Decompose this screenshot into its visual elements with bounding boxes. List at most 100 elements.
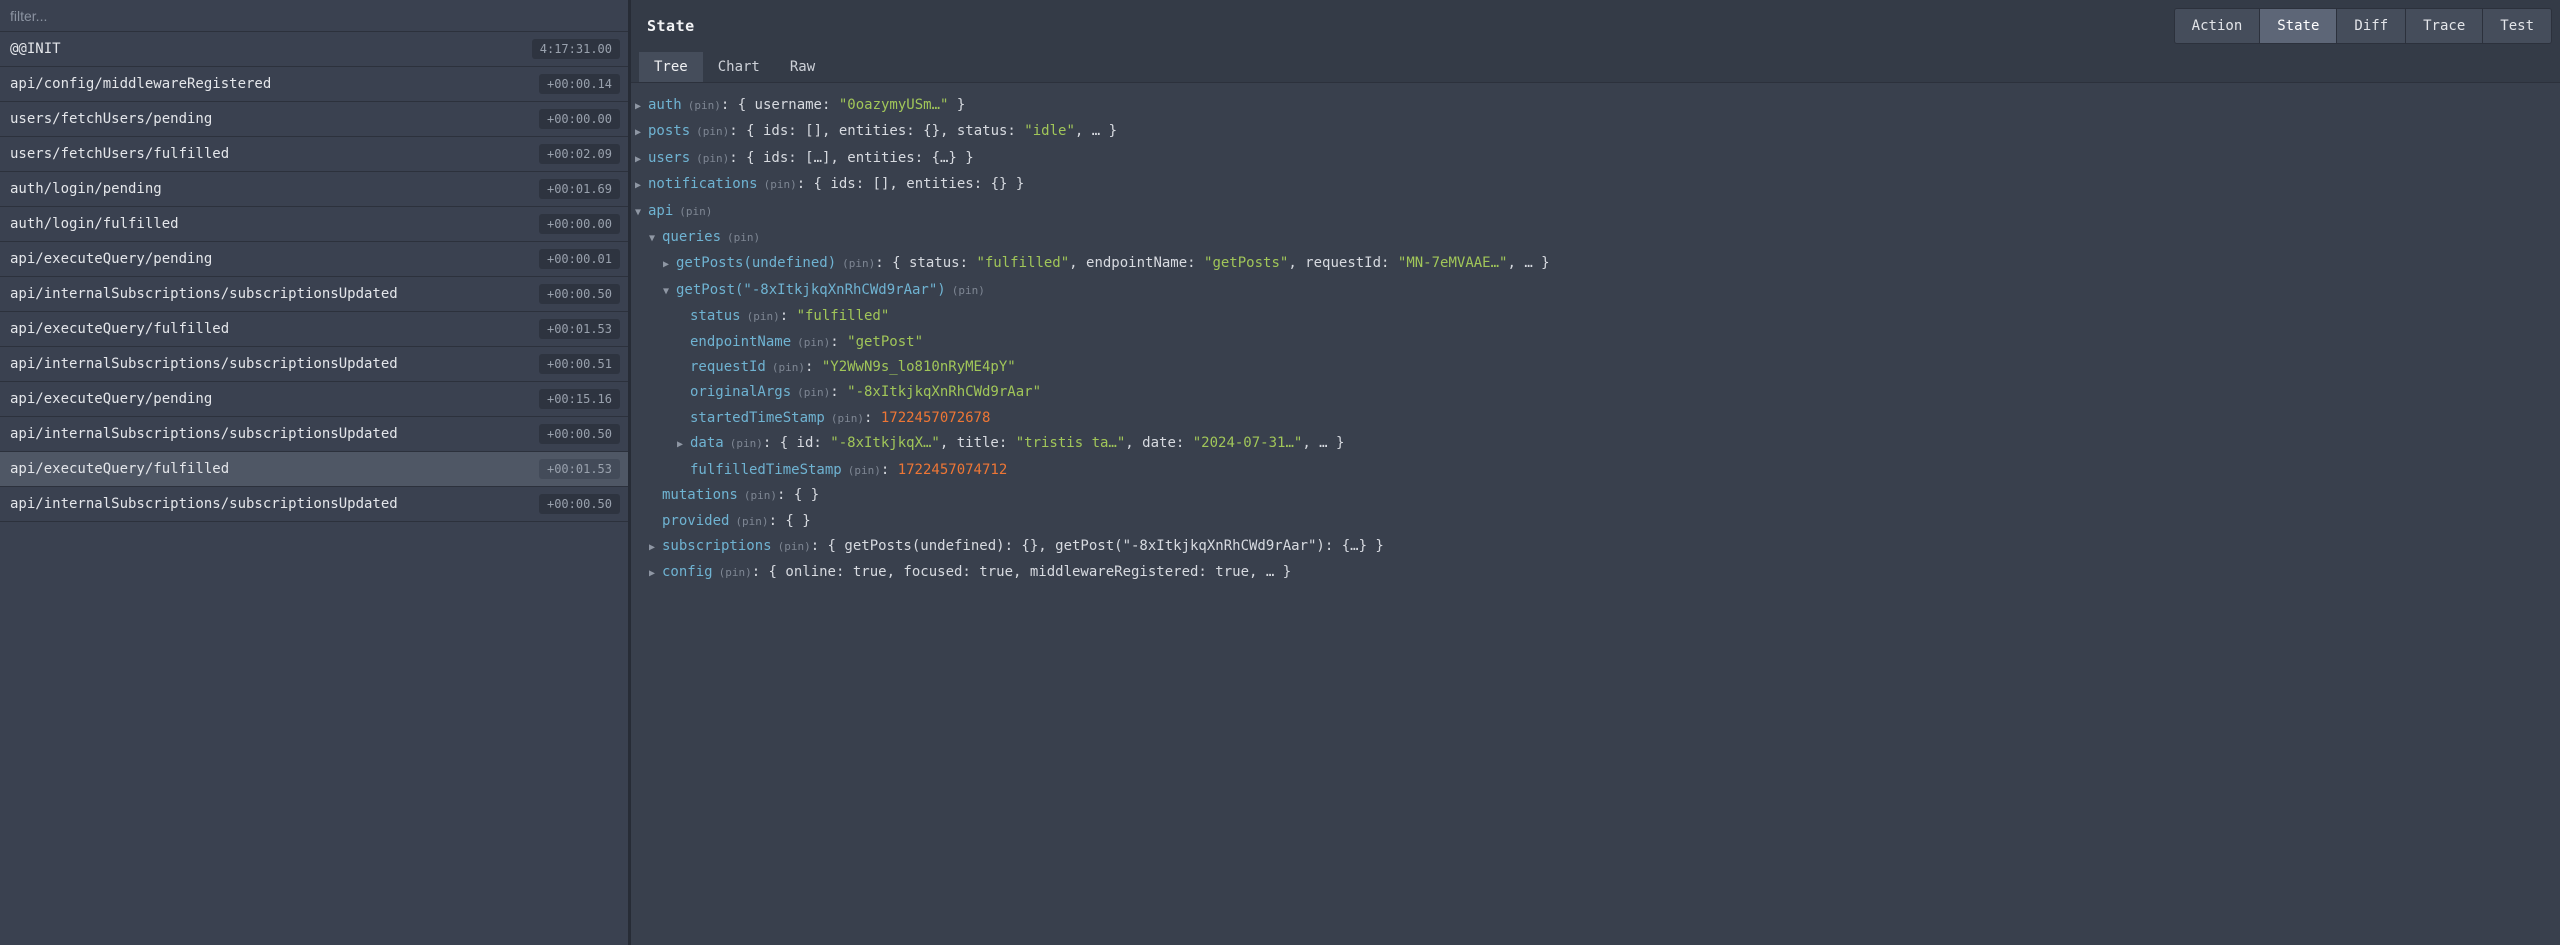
pin-button[interactable]: (pin)	[764, 178, 797, 191]
pin-button[interactable]: (pin)	[696, 125, 729, 138]
action-list-item[interactable]: auth/login/pending+00:01.69	[0, 172, 628, 207]
collapse-arrow-icon[interactable]: ▼	[663, 279, 676, 304]
value-preview: :	[780, 308, 797, 324]
tree-row: endpointName(pin): "getPost"	[635, 330, 2560, 355]
tree-row: ▶config(pin): { online: true, focused: t…	[635, 560, 2560, 586]
action-list-item[interactable]: api/internalSubscriptions/subscriptionsU…	[0, 277, 628, 312]
pin-button[interactable]: (pin)	[747, 310, 780, 323]
pin-button[interactable]: (pin)	[831, 412, 864, 425]
tree-key[interactable]: requestId	[690, 359, 766, 375]
pin-button[interactable]: (pin)	[688, 99, 721, 112]
tree-key[interactable]: originalArgs	[690, 384, 791, 400]
pin-button[interactable]: (pin)	[797, 386, 830, 399]
collapse-arrow-icon[interactable]: ▼	[649, 226, 662, 251]
tab-trace[interactable]: Trace	[2405, 9, 2482, 43]
pin-button[interactable]: (pin)	[679, 205, 712, 218]
action-list-item[interactable]: users/fetchUsers/pending+00:00.00	[0, 102, 628, 137]
value-preview: : { id:	[763, 435, 830, 451]
subtab-raw[interactable]: Raw	[775, 52, 830, 82]
action-list-item[interactable]: api/internalSubscriptions/subscriptionsU…	[0, 417, 628, 452]
string-value: "-8xItkjkqX…"	[830, 435, 940, 451]
expand-arrow-icon[interactable]: ▶	[663, 252, 676, 277]
tree-key[interactable]: provided	[662, 513, 729, 529]
action-type-label: api/internalSubscriptions/subscriptionsU…	[10, 286, 398, 302]
action-type-label: api/executeQuery/pending	[10, 251, 212, 267]
value-preview: }	[948, 97, 965, 113]
tree-key[interactable]: users	[648, 150, 690, 166]
pin-button[interactable]: (pin)	[797, 336, 830, 349]
action-list-item[interactable]: api/executeQuery/pending+00:15.16	[0, 382, 628, 417]
tree-key[interactable]: mutations	[662, 487, 738, 503]
value-preview: :	[805, 359, 822, 375]
tree-key[interactable]: startedTimeStamp	[690, 410, 825, 426]
tab-action[interactable]: Action	[2175, 9, 2260, 43]
expand-arrow-icon[interactable]: ▶	[677, 432, 690, 457]
expand-arrow-icon[interactable]: ▶	[635, 120, 648, 145]
action-type-label: api/internalSubscriptions/subscriptionsU…	[10, 426, 398, 442]
filter-input[interactable]	[0, 8, 628, 24]
tree-row: provided (pin): { }	[635, 509, 2560, 534]
value-preview: : { username:	[721, 97, 839, 113]
pin-button[interactable]: (pin)	[735, 515, 768, 528]
tree-key[interactable]: queries	[662, 229, 721, 245]
action-list-item[interactable]: api/executeQuery/fulfilled+00:01.53	[0, 452, 628, 487]
action-type-label: api/internalSubscriptions/subscriptionsU…	[10, 356, 398, 372]
expand-arrow-icon[interactable]: ▶	[635, 173, 648, 198]
subtab-tree[interactable]: Tree	[639, 52, 703, 82]
expand-arrow-icon[interactable]: ▶	[635, 147, 648, 172]
tree-key[interactable]: endpointName	[690, 334, 791, 350]
subtab-chart[interactable]: Chart	[703, 52, 775, 82]
pin-button[interactable]: (pin)	[744, 489, 777, 502]
action-list-item[interactable]: auth/login/fulfilled+00:00.00	[0, 207, 628, 242]
value-preview: : { ids: [], entities: {} }	[797, 176, 1025, 192]
tree-key[interactable]: subscriptions	[662, 538, 772, 554]
pin-button[interactable]: (pin)	[719, 566, 752, 579]
action-type-label: api/internalSubscriptions/subscriptionsU…	[10, 496, 398, 512]
tree-key[interactable]: notifications	[648, 176, 758, 192]
action-list-item[interactable]: api/internalSubscriptions/subscriptionsU…	[0, 487, 628, 522]
pin-button[interactable]: (pin)	[952, 284, 985, 297]
number-value: 1722457072678	[881, 410, 991, 426]
pin-button[interactable]: (pin)	[842, 257, 875, 270]
expand-arrow-icon[interactable]: ▶	[649, 561, 662, 586]
tree-key[interactable]: auth	[648, 97, 682, 113]
tree-row: ▶users(pin): { ids: […], entities: {…} }	[635, 146, 2560, 172]
value-preview: : { }	[769, 513, 811, 529]
expand-arrow-icon[interactable]: ▶	[635, 94, 648, 119]
pin-button[interactable]: (pin)	[727, 231, 760, 244]
action-list-item[interactable]: users/fetchUsers/fulfilled+00:02.09	[0, 137, 628, 172]
action-list-item[interactable]: api/internalSubscriptions/subscriptionsU…	[0, 347, 628, 382]
tree-key[interactable]: status	[690, 308, 741, 324]
tree-key[interactable]: getPosts(undefined)	[676, 255, 836, 271]
collapse-arrow-icon[interactable]: ▼	[635, 200, 648, 225]
action-list-item[interactable]: api/executeQuery/fulfilled+00:01.53	[0, 312, 628, 347]
expand-arrow-icon[interactable]: ▶	[649, 535, 662, 560]
tree-key[interactable]: getPost("-8xItkjkqXnRhCWd9rAar")	[676, 282, 946, 298]
pin-button[interactable]: (pin)	[772, 361, 805, 374]
pin-button[interactable]: (pin)	[778, 540, 811, 553]
tab-test[interactable]: Test	[2482, 9, 2551, 43]
action-list-item[interactable]: api/executeQuery/pending +00:00.01	[0, 242, 628, 277]
value-preview: , … }	[1302, 435, 1344, 451]
tree-key[interactable]: fulfilledTimeStamp	[690, 462, 842, 478]
pin-button[interactable]: (pin)	[696, 152, 729, 165]
action-list-item[interactable]: @@INIT4:17:31.00	[0, 32, 628, 67]
tab-diff[interactable]: Diff	[2336, 9, 2405, 43]
action-time-badge: +00:00.01	[539, 249, 620, 269]
tree-key[interactable]: posts	[648, 123, 690, 139]
tree-key[interactable]: api	[648, 203, 673, 219]
pin-button[interactable]: (pin)	[848, 464, 881, 477]
action-time-badge: +00:01.53	[539, 459, 620, 479]
tab-state[interactable]: State	[2259, 9, 2336, 43]
pin-button[interactable]: (pin)	[730, 437, 763, 450]
tree-key[interactable]: config	[662, 564, 713, 580]
action-type-label: users/fetchUsers/fulfilled	[10, 146, 229, 162]
tree-row: status(pin): "fulfilled"	[635, 304, 2560, 329]
value-preview: :	[881, 462, 898, 478]
tree-key[interactable]: data	[690, 435, 724, 451]
string-value: "fulfilled"	[976, 255, 1069, 271]
value-preview: :	[864, 410, 881, 426]
tree-row: ▶posts(pin): { ids: [], entities: {}, st…	[635, 119, 2560, 145]
action-list-item[interactable]: api/config/middlewareRegistered+00:00.14	[0, 67, 628, 102]
view-subtabs: TreeChartRaw	[631, 52, 2560, 83]
